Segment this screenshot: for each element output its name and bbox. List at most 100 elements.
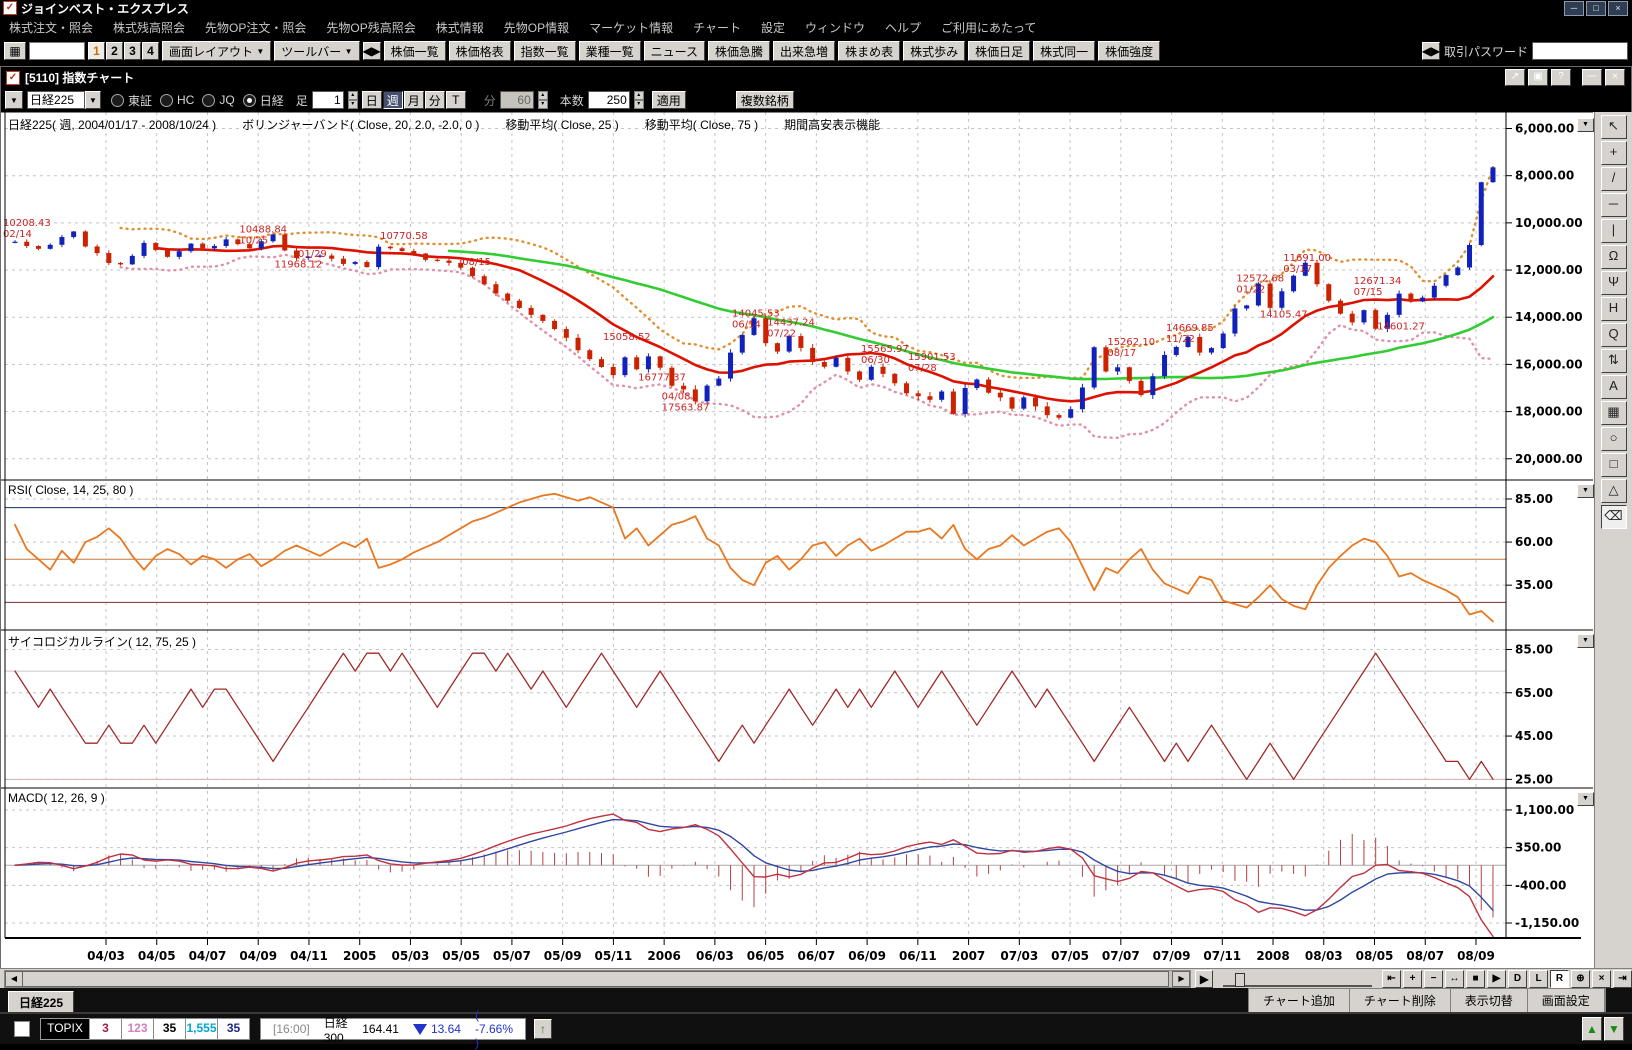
horizontal-line-tool-icon[interactable]: ─ (1601, 193, 1627, 217)
chart-nav-button-11[interactable]: ⇥ (1613, 970, 1632, 988)
chart-nav-button-7[interactable]: L (1529, 970, 1548, 988)
scrollbar-thumb[interactable] (22, 971, 1169, 987)
zoom-slider[interactable] (1223, 971, 1372, 987)
text-tool-icon[interactable]: A (1601, 375, 1627, 399)
workspace-name-box[interactable] (29, 42, 85, 60)
menu-item-11[interactable]: ご利用にあたって (932, 16, 1045, 39)
shortcut-button-5[interactable]: 株価急騰 (708, 41, 770, 61)
workspace-button-3[interactable]: 3 (124, 42, 141, 60)
menu-item-5[interactable]: 先物OP情報 (495, 16, 578, 39)
minimize-icon[interactable]: ─ (1564, 1, 1584, 16)
toolbar-menu-button[interactable]: ツールバー ▼ (274, 41, 359, 61)
restore-icon[interactable]: □ (1586, 1, 1606, 16)
quote-list-tool-icon[interactable]: Q (1601, 323, 1627, 347)
shortcut-button-0[interactable]: 株価一覧 (384, 41, 446, 61)
menu-item-4[interactable]: 株式情報 (427, 16, 493, 39)
ellipse-tool-icon[interactable]: ○ (1601, 427, 1627, 451)
shortcut-button-1[interactable]: 株価格表 (449, 41, 511, 61)
pointer-tool-icon[interactable]: ↖ (1601, 115, 1627, 139)
chart-nav-button-4[interactable]: ■ (1466, 970, 1485, 988)
shortcut-button-4[interactable]: ニュース (644, 41, 705, 61)
period-button-月[interactable]: 月 (404, 91, 424, 109)
chart-canvas[interactable]: 10208.4302/1410488.8410/2511968.1201/291… (1, 112, 1632, 968)
duplicate-icon[interactable]: ▣ (1528, 69, 1548, 86)
window-minimize-icon[interactable]: ─ (1582, 69, 1602, 86)
scroll-step-button[interactable]: ▶ (1195, 970, 1213, 988)
chart-nav-button-8[interactable]: R (1550, 970, 1569, 988)
triangle-tool-icon[interactable]: △ (1601, 479, 1627, 503)
menu-item-9[interactable]: ウィンドウ (796, 16, 874, 39)
chart-nav-button-6[interactable]: D (1508, 970, 1527, 988)
period-button-分[interactable]: 分 (425, 91, 445, 109)
market-radio-日経[interactable]: 日経 (243, 92, 284, 109)
ticker-index-button[interactable]: TOPIX (40, 1018, 90, 1040)
chart-nav-button-3[interactable]: ↔ (1445, 970, 1464, 988)
trendline-tool-icon[interactable]: / (1601, 167, 1627, 191)
macd-panel-dropdown[interactable]: ▼ (1577, 792, 1594, 806)
menu-item-7[interactable]: チャート (684, 16, 750, 39)
chart-bottom-button-2[interactable]: 表示切替 (1451, 989, 1528, 1013)
menu-item-3[interactable]: 先物OP残高照会 (317, 16, 424, 39)
help-icon[interactable]: ? (1551, 69, 1571, 86)
scroll-left-icon[interactable]: ◀ (5, 971, 23, 987)
chart-window-titlebar[interactable]: ✓ [5110] 指数チャート ↗ ▣ ? ─ × (0, 66, 1632, 88)
ticker-up-icon[interactable]: ↑ (534, 1019, 552, 1039)
workspace-button-2[interactable]: 2 (106, 42, 123, 60)
chart-bottom-button-0[interactable]: チャート追加 (1249, 989, 1350, 1013)
bar-count-input[interactable] (588, 91, 630, 109)
period-button-週[interactable]: 週 (383, 91, 403, 109)
popout-icon[interactable]: ↗ (1505, 69, 1525, 86)
menu-item-1[interactable]: 株式残高照会 (104, 16, 194, 39)
tab-nikkei225[interactable]: 日経225 (8, 991, 74, 1013)
close-icon[interactable]: × (1608, 1, 1628, 16)
shortcut-button-2[interactable]: 指数一覧 (514, 41, 576, 61)
workspace-button-4[interactable]: 4 (142, 42, 159, 60)
trade-password-input[interactable] (1532, 42, 1628, 60)
menu-item-2[interactable]: 先物OP注文・照会 (196, 16, 315, 39)
chart-nav-button-2[interactable]: − (1424, 970, 1443, 988)
menu-item-6[interactable]: マーケット情報 (580, 16, 682, 39)
bar-count-spinner[interactable]: ▴▾ (634, 91, 644, 109)
chart-nav-button-5[interactable]: ▶ (1487, 970, 1506, 988)
screen-layout-button[interactable]: 画面レイアウト ▼ (162, 41, 271, 61)
password-collapse-icon[interactable]: ◀▶ (1422, 42, 1440, 60)
market-radio-JQ[interactable]: JQ (202, 92, 234, 109)
symbol-select-dropdown[interactable]: ▼ (85, 91, 101, 109)
bar-interval-input[interactable] (312, 91, 344, 109)
period-button-日[interactable]: 日 (362, 91, 382, 109)
cascade-windows-icon[interactable]: ▦ (4, 42, 26, 60)
chart-bottom-button-1[interactable]: チャート削除 (1350, 989, 1451, 1013)
alert-tool-icon[interactable]: Ω (1601, 245, 1627, 269)
ticker-checkbox[interactable] (14, 1021, 30, 1037)
shortcut-button-7[interactable]: 株まめ表 (838, 41, 900, 61)
shortcut-button-9[interactable]: 株価日足 (968, 41, 1030, 61)
ticker-prev-icon[interactable]: ▲ (1582, 1017, 1602, 1041)
chart-nav-button-1[interactable]: + (1403, 970, 1422, 988)
price-panel-dropdown[interactable]: ▼ (1577, 118, 1594, 132)
rectangle-tool-icon[interactable]: □ (1601, 453, 1627, 477)
chart-nav-button-10[interactable]: × (1592, 970, 1611, 988)
chart-nav-button-9[interactable]: ⊕ (1571, 970, 1590, 988)
crosshair-tool-icon[interactable]: + (1601, 141, 1627, 165)
workspace-button-1[interactable]: 1 (88, 42, 105, 60)
menu-item-8[interactable]: 設定 (752, 16, 794, 39)
period-button-T[interactable]: T (446, 91, 466, 109)
scroll-right-icon[interactable]: ▶ (1172, 971, 1190, 987)
apply-button[interactable]: 適用 (652, 91, 686, 109)
vertical-line-tool-icon[interactable]: | (1601, 219, 1627, 243)
flip-tool-icon[interactable]: ⇅ (1601, 349, 1627, 373)
eraser-tool-icon[interactable]: ⌫ (1601, 505, 1627, 529)
ticker-next-icon[interactable]: ▼ (1604, 1017, 1624, 1041)
toolbar-collapse-icon[interactable]: ◀▶ (363, 42, 381, 60)
symbol-select[interactable]: 日経225 (27, 91, 85, 109)
pitchfork-tool-icon[interactable]: Ψ (1601, 271, 1627, 295)
shortcut-button-11[interactable]: 株価強度 (1098, 41, 1160, 61)
high-low-tool-icon[interactable]: H (1601, 297, 1627, 321)
zoom-slider-knob[interactable] (1235, 973, 1245, 987)
minute-spinner[interactable]: ▴▾ (538, 91, 548, 109)
shortcut-button-8[interactable]: 株式歩み (903, 41, 965, 61)
chart-bottom-button-3[interactable]: 画面設定 (1528, 989, 1605, 1013)
symbol-history-dropdown[interactable]: ▼ (5, 91, 23, 109)
rsi-panel-dropdown[interactable]: ▼ (1577, 484, 1594, 498)
psychological-panel-dropdown[interactable]: ▼ (1577, 634, 1594, 648)
